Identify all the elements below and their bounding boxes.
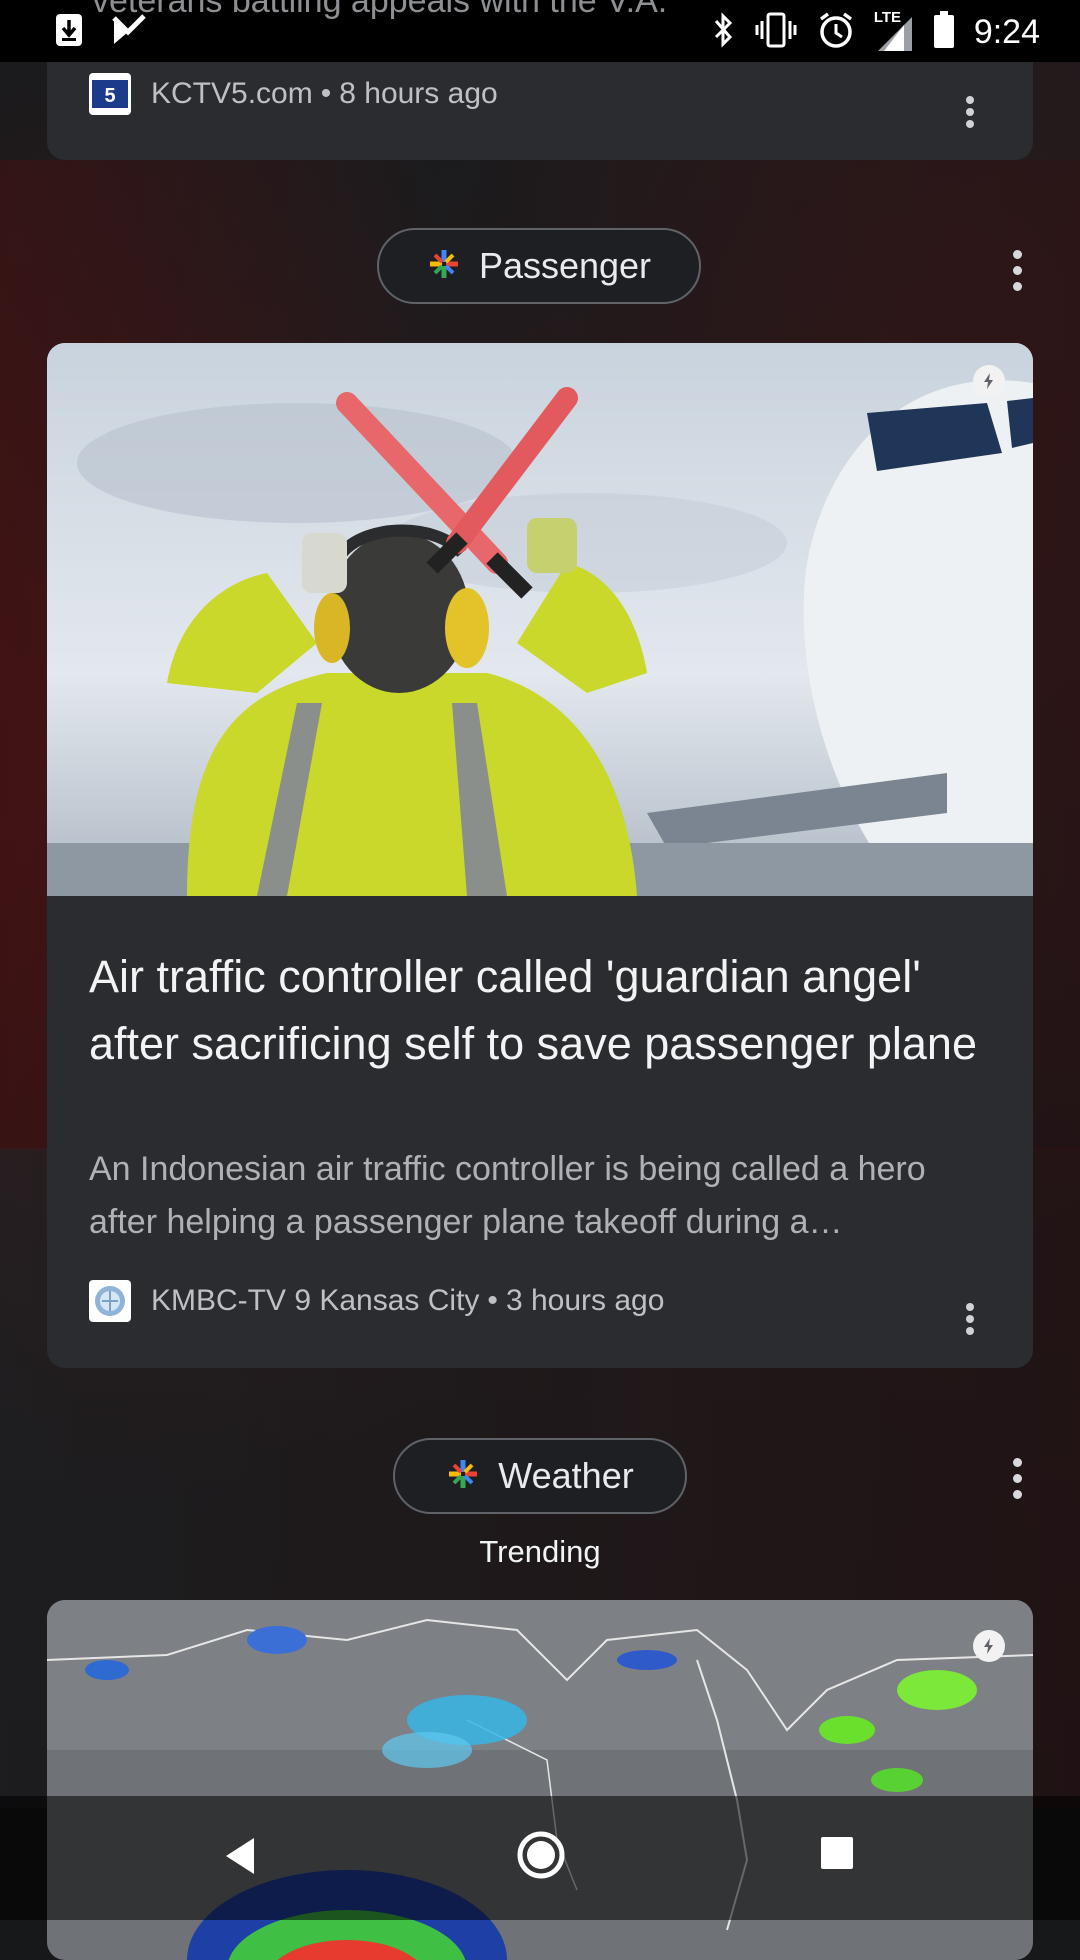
clock: 9:24	[973, 13, 1040, 51]
status-bar: veterans battling appeals with the V.A. …	[0, 0, 1080, 62]
download-icon	[54, 12, 84, 53]
svg-text:5: 5	[104, 85, 115, 107]
kctv5-favicon: 5	[89, 73, 131, 115]
navigation-bar	[0, 1796, 1080, 1920]
separator-dot: •	[320, 77, 332, 110]
topic-more-options-icon[interactable]	[1007, 1456, 1027, 1502]
google-sparkle-icon	[427, 247, 461, 286]
more-options-icon[interactable]	[960, 96, 980, 142]
time-ago: 8 hours ago	[339, 77, 498, 110]
kmbc-favicon	[89, 1280, 131, 1322]
more-options-icon[interactable]	[960, 1303, 980, 1349]
source-name: KMBC-TV 9 Kansas City	[151, 1284, 480, 1317]
source-name: KCTV5.com	[151, 77, 313, 110]
article-headline[interactable]: Air traffic controller called 'guardian …	[89, 943, 989, 1077]
article-image	[47, 343, 1033, 896]
scrolled-text-peek: veterans battling appeals with the V.A.	[92, 0, 668, 20]
article-card[interactable]: Air traffic controller called 'guardian …	[47, 343, 1033, 1368]
topic-label: Weather	[498, 1455, 634, 1496]
vibrate-icon	[754, 11, 798, 54]
play-store-icon	[110, 12, 146, 53]
recents-icon[interactable]	[820, 1836, 854, 1875]
signal-icon: LTE	[874, 9, 914, 53]
topic-label: Passenger	[478, 245, 652, 286]
battery-icon	[932, 10, 956, 55]
topic-chip-weather[interactable]: Weather	[393, 1438, 687, 1514]
bluetooth-icon	[712, 11, 736, 54]
back-icon[interactable]	[222, 1836, 258, 1881]
network-type: LTE	[873, 8, 902, 26]
separator-dot: •	[487, 1284, 498, 1317]
google-sparkle-icon	[446, 1457, 480, 1496]
article-snippet: An Indonesian air traffic controller is …	[89, 1150, 926, 1241]
amp-lightning-icon	[973, 365, 1005, 397]
topic-more-options-icon[interactable]	[1007, 248, 1027, 294]
alarm-icon	[816, 10, 856, 55]
time-ago: 3 hours ago	[505, 1284, 665, 1317]
home-icon[interactable]	[516, 1830, 566, 1885]
amp-lightning-icon	[973, 1630, 1005, 1662]
topic-chip-passenger[interactable]: Passenger	[377, 228, 701, 304]
topic-subtitle: Trending	[479, 1534, 601, 1569]
